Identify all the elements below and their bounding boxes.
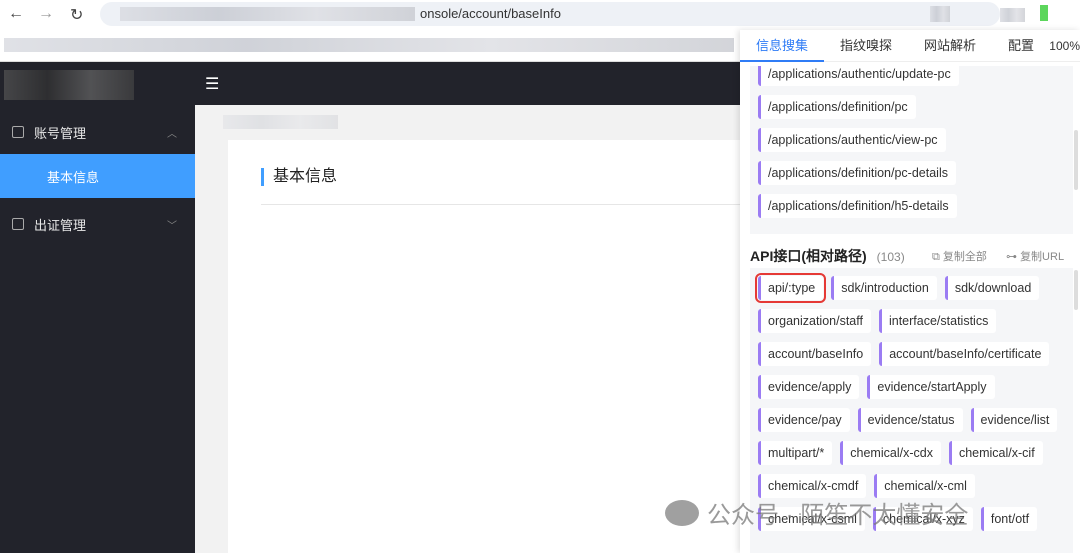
api-tag[interactable]: evidence/apply [758, 375, 860, 399]
api-tag[interactable]: evidence/status [857, 408, 963, 432]
sidebar-item-account[interactable]: 账号管理 ︿ [0, 110, 195, 154]
url-text: onsole/account/baseInfo [420, 6, 561, 21]
scrollbar[interactable] [1074, 270, 1078, 310]
sidebar-item-basic-info[interactable]: 基本信息 [0, 154, 195, 198]
api-tag[interactable]: account/baseInfo/certificate [879, 342, 1050, 366]
tab-config[interactable]: 配置 [992, 30, 1050, 62]
copy-all-label: 复制全部 [942, 251, 987, 263]
divider [261, 204, 740, 205]
back-icon[interactable]: ← [8, 5, 24, 23]
api-tag[interactable]: chemical/x-cif [948, 441, 1043, 465]
list-icon [12, 126, 24, 138]
scrollbar[interactable] [1074, 130, 1078, 190]
api-tag[interactable]: organization/staff [758, 309, 871, 333]
tab-info-gathering[interactable]: 信息搜集 [740, 30, 825, 62]
breadcrumb [223, 115, 338, 129]
menu-label: 基本信息 [47, 169, 100, 185]
sidebar: 账号管理 ︿ 基本信息 出证管理 ﹀ [0, 62, 195, 553]
copy-icon: ⧉ [932, 251, 943, 263]
chevron-down-icon: ﹀ [167, 220, 177, 232]
collapse-menu-icon[interactable]: ☰ [205, 74, 219, 94]
api-tag[interactable]: sdk/introduction [831, 276, 937, 300]
api-title: API接口(相对路径) [750, 248, 867, 264]
document-icon [12, 218, 24, 230]
path-tag[interactable]: /applications/definition/h5-details [758, 194, 957, 218]
page-title: 基本信息 [261, 168, 337, 186]
main-content: 基本信息 [195, 105, 740, 553]
api-tag[interactable]: evidence/list [970, 408, 1058, 432]
extension-panel: 信息搜集 指纹嗅探 网站解析 配置 100% /applications/aut… [740, 30, 1080, 553]
forward-icon[interactable]: → [38, 5, 54, 23]
path-tag[interactable]: /applications/definition/pc-details [758, 161, 956, 185]
path-tag[interactable]: /applications/definition/pc [758, 95, 916, 119]
api-tag[interactable]: interface/statistics [878, 309, 997, 333]
api-section-title: API接口(相对路径) (103) [750, 246, 905, 266]
path-tag[interactable]: /applications/authentic/update-pc [758, 66, 959, 86]
panel-tabs: 信息搜集 指纹嗅探 网站解析 配置 100% [740, 30, 1080, 62]
wechat-icon [665, 499, 699, 526]
watermark: 公众号 · 陌笙不太懂安全 [665, 495, 968, 530]
link-icon: ⊶ [1006, 251, 1021, 263]
tab-fingerprint[interactable]: 指纹嗅探 [824, 30, 908, 62]
api-tag[interactable]: api/:type [754, 273, 827, 303]
copy-all-button[interactable]: ⧉ 复制全部 [932, 248, 987, 264]
info-card: 基本信息 [228, 140, 740, 553]
tab-site-analysis[interactable]: 网站解析 [908, 30, 992, 62]
api-tag[interactable]: evidence/pay [758, 408, 850, 432]
api-tag[interactable]: multipart/* [758, 441, 833, 465]
browser-toolbar: ← → ↻ onsole/account/baseInfo [0, 0, 1080, 30]
logo [4, 70, 134, 100]
api-tag[interactable]: font/otf [980, 507, 1038, 531]
api-tag[interactable]: evidence/startApply [867, 375, 995, 399]
sidebar-item-certificate[interactable]: 出证管理 ﹀ [0, 202, 195, 246]
watermark-text: 公众号 · 陌笙不太懂安全 [707, 502, 969, 529]
path-tag[interactable]: /applications/authentic/view-pc [758, 128, 946, 152]
path-list: /applications/authentic/update-pc/applic… [750, 66, 1073, 234]
copy-url-label: 复制URL [1020, 251, 1065, 263]
menu-label: 出证管理 [34, 217, 87, 233]
reload-icon[interactable]: ↻ [70, 5, 83, 25]
api-tag[interactable]: chemical/x-cdx [840, 441, 941, 465]
zoom-level: 100% [1049, 39, 1080, 53]
copy-url-button[interactable]: ⊶ 复制URL [1006, 248, 1064, 264]
top-bar: ☰ [195, 62, 740, 105]
chevron-up-icon: ︿ [167, 128, 177, 140]
api-tag[interactable]: account/baseInfo [758, 342, 872, 366]
api-tag[interactable]: sdk/download [944, 276, 1040, 300]
api-count: (103) [876, 250, 905, 264]
menu-label: 账号管理 [34, 125, 87, 141]
